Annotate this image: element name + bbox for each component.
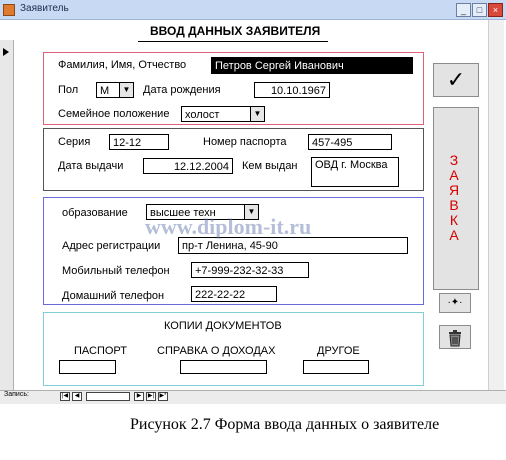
record-nav-label: Запись: [4, 391, 29, 398]
issue-date-label: Дата выдачи [58, 160, 124, 172]
issued-by-label: Кем выдан [242, 160, 298, 172]
application-letter: З [449, 152, 459, 168]
maximize-button[interactable]: □ [472, 3, 487, 17]
application-letter: А [449, 227, 459, 243]
first-record-icon[interactable]: |◀ [60, 392, 70, 401]
fio-field[interactable]: Петров Сергей Иванович [211, 57, 413, 74]
add-record-icon: ·✦· [447, 297, 463, 308]
passport-number-label: Номер паспорта [203, 136, 287, 148]
chevron-down-icon[interactable]: ▼ [119, 83, 133, 97]
education-label: образование [62, 207, 128, 219]
trash-icon [449, 330, 461, 347]
passport-number-field[interactable]: 457-495 [308, 134, 392, 150]
copies-title: КОПИИ ДОКУМЕНТОВ [164, 320, 282, 332]
record-number-field[interactable] [86, 392, 130, 401]
birth-date-field[interactable]: 10.10.1967 [254, 82, 330, 98]
vertical-scrollbar[interactable] [488, 20, 504, 390]
minimize-button[interactable]: _ [456, 3, 471, 17]
copy-income-field[interactable] [180, 360, 267, 374]
application-letter: Я [448, 182, 460, 198]
marital-status-label: Семейное положение [58, 108, 170, 120]
record-selector[interactable] [0, 40, 14, 390]
application-letter: А [449, 167, 459, 183]
gender-label: Пол [58, 84, 79, 96]
delete-button[interactable] [439, 325, 471, 349]
issue-date-field[interactable]: 12.12.2004 [143, 158, 233, 174]
window-title: Заявитель [20, 3, 69, 14]
copy-passport-label: ПАСПОРТ [74, 345, 127, 357]
add-record-button[interactable]: ·✦· [439, 293, 471, 313]
gender-value: М [100, 85, 110, 97]
birth-date-label: Дата рождения [143, 84, 221, 96]
confirm-button[interactable]: ✓ [433, 63, 479, 97]
app-window-icon [3, 4, 15, 16]
copy-other-field[interactable] [303, 360, 369, 374]
copy-passport-field[interactable] [59, 360, 116, 374]
new-record-icon[interactable]: ▶* [158, 392, 168, 401]
issued-by-field[interactable]: ОВД г. Москва [311, 157, 399, 187]
marital-status-select[interactable]: холост ▼ [181, 106, 265, 122]
series-label: Серия [58, 136, 91, 148]
next-record-icon[interactable]: ▶ [134, 392, 144, 401]
series-field[interactable]: 12-12 [109, 134, 169, 150]
previous-record-icon[interactable]: ◀ [72, 392, 82, 401]
marital-status-value: холост [185, 109, 220, 121]
copy-other-label: ДРУГОЕ [317, 345, 360, 357]
address-label: Адрес регистрации [62, 240, 161, 252]
chevron-down-icon[interactable]: ▼ [250, 107, 264, 121]
figure-caption: Рисунок 2.7 Форма ввода данных о заявите… [130, 416, 440, 433]
application-letter: В [449, 197, 459, 213]
heading-underline [138, 41, 328, 42]
close-button[interactable]: × [488, 3, 503, 17]
mobile-phone-label: Мобильный телефон [62, 265, 170, 277]
mobile-phone-field[interactable]: +7-999-232-32-33 [191, 262, 309, 278]
record-selector-arrow-icon [3, 48, 9, 56]
form-heading: ВВОД ДАННЫХ ЗАЯВИТЕЛЯ [150, 24, 321, 38]
last-record-icon[interactable]: ▶| [146, 392, 156, 401]
copy-income-label: СПРАВКА О ДОХОДАХ [157, 345, 276, 357]
home-phone-label: Домашний телефон [62, 290, 165, 302]
home-phone-field[interactable]: 222-22-22 [191, 286, 277, 302]
title-bar [0, 0, 506, 20]
fio-label: Фамилия, Имя, Отчество [58, 59, 187, 71]
application-letter: К [449, 212, 459, 228]
gender-select[interactable]: М ▼ [96, 82, 134, 98]
check-icon: ✓ [446, 67, 466, 92]
watermark: www.diplom-it.ru [145, 214, 312, 239]
